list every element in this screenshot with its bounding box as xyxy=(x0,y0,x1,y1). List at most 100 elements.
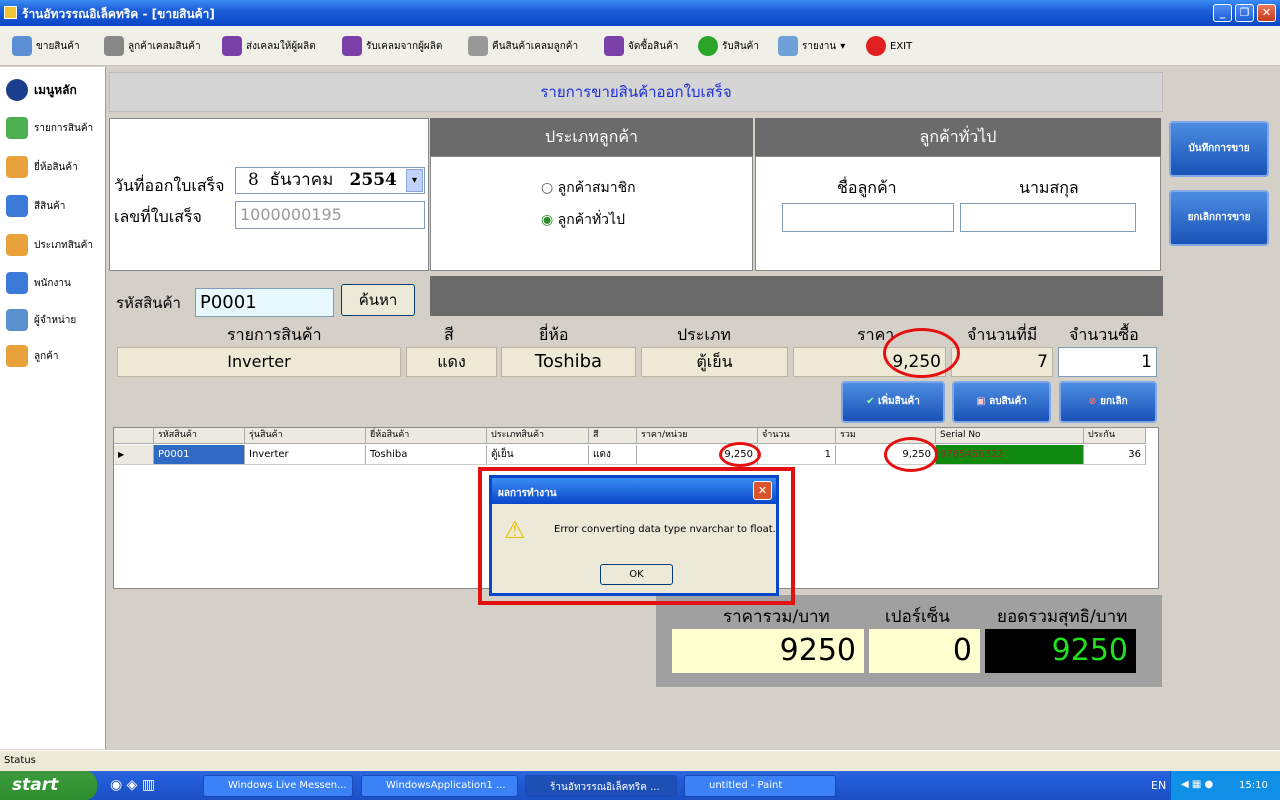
task-messenger[interactable]: Windows Live Messen... xyxy=(203,775,353,797)
toolbar-report[interactable]: รายงาน ▾ xyxy=(778,36,845,56)
start-button[interactable]: start xyxy=(0,771,97,800)
task-paint[interactable]: untitled - Paint xyxy=(684,775,836,797)
grid-header[interactable]: สี xyxy=(589,428,637,444)
row-selector-icon[interactable]: ▶ xyxy=(114,445,154,465)
cancel-icon: ⊗ xyxy=(1088,396,1097,407)
clock[interactable]: 15:10 xyxy=(1239,780,1268,791)
main-area: รายการขายสินค้าออกใบเสร็จ วันที่ออกใบเสร… xyxy=(109,67,1280,749)
grid-cell[interactable]: ตู้เย็น xyxy=(487,445,589,465)
minimize-button[interactable]: _ xyxy=(1213,4,1232,22)
qty-field[interactable]: 1 xyxy=(1058,347,1157,377)
sidebar-label: สีสินค้า xyxy=(34,200,66,212)
remove-icon: ▣ xyxy=(976,396,986,407)
boxes-icon xyxy=(6,156,28,178)
task-app[interactable]: ร้านอัทวรรณอิเล็คทริค ... xyxy=(525,775,677,797)
grid-cell[interactable]: P0001 xyxy=(154,445,245,465)
search-button[interactable]: ค้นหา xyxy=(341,284,415,316)
sidebar-item-customers[interactable]: ลูกค้า xyxy=(6,345,59,367)
toolbar-return-claim[interactable]: คืนสินค้าเคลมลูกค้า xyxy=(468,36,578,56)
grid-corner xyxy=(114,428,154,444)
sidebar-home[interactable]: เมนูหลัก xyxy=(6,79,77,101)
sidebar-label: ยี่ห้อสินค้า xyxy=(34,161,78,173)
grid-header[interactable]: รหัสสินค้า xyxy=(154,428,245,444)
surname-field[interactable] xyxy=(960,203,1136,232)
invoice-no-field[interactable]: 1000000195 xyxy=(235,201,425,229)
sum-label: ราคารวม/บาท xyxy=(723,607,830,627)
restore-button[interactable]: ❐ xyxy=(1235,4,1254,22)
task-vs[interactable]: WindowsApplication1 ... xyxy=(361,775,518,797)
grid-cell[interactable]: 36 xyxy=(1084,445,1146,465)
product-name-box: Inverter xyxy=(117,347,401,377)
highlight-ring xyxy=(719,442,761,467)
cancel-button[interactable]: ⊗ ยกเลิก xyxy=(1059,381,1157,423)
highlight-ring xyxy=(884,437,938,472)
bag-icon xyxy=(6,234,28,256)
col-stock: จำนวนที่มี xyxy=(967,325,1038,344)
customer-type-title: ประเภทลูกค้า xyxy=(430,118,753,156)
ok-button[interactable]: OK xyxy=(600,564,673,585)
grid-header[interactable]: ประเภทสินค้า xyxy=(487,428,589,444)
customers-icon xyxy=(6,345,28,367)
sidebar-item-types[interactable]: ประเภทสินค้า xyxy=(6,234,93,256)
grid-header[interactable]: Serial No xyxy=(936,428,1084,444)
toolbar-exit[interactable]: EXIT xyxy=(866,36,912,56)
date-label: วันที่ออกใบเสร็จ xyxy=(114,176,225,195)
sidebar-item-products[interactable]: รายการสินค้า xyxy=(6,117,93,139)
radio-general[interactable]: ◉ ลูกค้าทั่วไป xyxy=(541,209,625,231)
chart-icon xyxy=(6,117,28,139)
percent-display[interactable]: 0 xyxy=(869,629,980,673)
language-indicator[interactable]: EN xyxy=(1151,779,1166,792)
col-product: รายการสินค้า xyxy=(227,325,322,344)
radio-member[interactable]: ○ ลูกค้าสมาชิก xyxy=(541,177,636,199)
toolbar-sell[interactable]: ขายสินค้า xyxy=(12,36,80,56)
radio-label: ลูกค้าทั่วไป xyxy=(557,212,625,228)
toolbar-label: ขายสินค้า xyxy=(36,40,80,52)
grid-cell[interactable]: 1 xyxy=(758,445,836,465)
toolbar-purchase[interactable]: จัดซื้อสินค้า xyxy=(604,36,678,56)
cancel-sale-button[interactable]: ยกเลิกการขาย xyxy=(1169,190,1269,246)
grid-cell[interactable]: 9765456322 xyxy=(936,445,1084,465)
remove-product-button[interactable]: ▣ ลบสินค้า xyxy=(952,381,1051,423)
toolbar-receive[interactable]: รับสินค้า xyxy=(698,36,759,56)
product-stock-box: 7 xyxy=(951,347,1053,377)
toolbar-send-claim[interactable]: ส่งเคลมให้ผู้ผลิต xyxy=(222,36,316,56)
radio-icon: ○ xyxy=(541,180,554,196)
quicklaunch-icon[interactable]: ◉ ◈ ▥ xyxy=(110,777,155,793)
supplier-icon xyxy=(6,309,28,331)
toolbar-label: EXIT xyxy=(890,40,913,52)
user-icon xyxy=(6,272,28,294)
chevron-down-icon[interactable]: ▾ xyxy=(406,169,423,192)
add-product-button[interactable]: ✔ เพิ่มสินค้า xyxy=(841,381,945,423)
system-tray: ◀ ▦ ● 15:10 xyxy=(1170,771,1280,800)
page-title: รายการขายสินค้าออกใบเสร็จ xyxy=(109,72,1163,112)
sidebar-item-colors[interactable]: สีสินค้า xyxy=(6,195,65,217)
toolbar-customer-claim[interactable]: ลูกค้าเคลมสินค้า xyxy=(104,36,201,56)
col-qty: จำนวนซื้อ xyxy=(1069,325,1139,344)
start-label: start xyxy=(12,775,59,795)
grid-cell[interactable]: แดง xyxy=(589,445,637,465)
grid-cell[interactable]: Toshiba xyxy=(366,445,487,465)
grid-cell[interactable]: Inverter xyxy=(245,445,366,465)
toolbar-label: จัดซื้อสินค้า xyxy=(628,40,679,52)
grid-header[interactable]: ประกัน xyxy=(1084,428,1146,444)
toolbar-receive-claim[interactable]: รับเคลมจากผู้ผลิต xyxy=(342,36,442,56)
save-sale-button[interactable]: บันทึกการขาย xyxy=(1169,121,1269,177)
grid-header[interactable]: รุ่นสินค้า xyxy=(245,428,366,444)
sidebar-item-employees[interactable]: พนักงาน xyxy=(6,272,71,294)
radio-label: ลูกค้าสมาชิก xyxy=(557,180,636,196)
toolbar: ขายสินค้า ลูกค้าเคลมสินค้า ส่งเคลมให้ผู้… xyxy=(0,26,1280,66)
sidebar-item-suppliers[interactable]: ผู้จำหน่าย xyxy=(6,309,76,331)
grid-header[interactable]: ยี่ห้อสินค้า xyxy=(366,428,487,444)
product-code-field[interactable]: P0001 xyxy=(195,288,334,317)
tray-icons[interactable]: ◀ ▦ ● xyxy=(1181,779,1213,790)
sidebar-item-brands[interactable]: ยี่ห้อสินค้า xyxy=(6,156,78,178)
name-field[interactable] xyxy=(782,203,954,232)
cancel-label: ยกเลิก xyxy=(1100,396,1128,407)
exit-icon xyxy=(866,36,886,56)
gear-icon xyxy=(468,36,488,56)
date-picker[interactable]: 8 ธันวาคม 2554 ▾ xyxy=(235,167,425,194)
close-button[interactable]: ✕ xyxy=(1257,4,1276,22)
palette-icon xyxy=(6,195,28,217)
dialog-close-icon[interactable]: ✕ xyxy=(753,481,772,500)
grid-header[interactable]: จำนวน xyxy=(758,428,836,444)
